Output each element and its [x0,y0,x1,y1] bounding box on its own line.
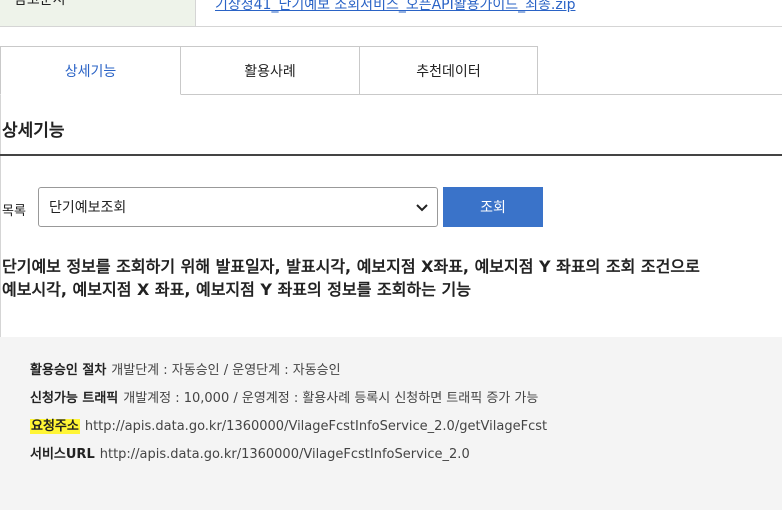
list-label: 목록 [2,204,26,219]
reference-file-link[interactable]: 기상청41_단기예보 조회서비스_오픈API활용가이드_최종.zip [215,0,575,14]
tab-use-cases[interactable]: 활용사례 [180,46,360,95]
request-url-value: http://apis.data.go.kr/1360000/VilageFcs… [84,419,548,434]
traffic-label: 신청가능 트래픽 [30,391,119,406]
approval-value: 개발단계 : 자동승인 / 운영단계 : 자동승인 [111,363,341,378]
description-line-2: 예보시각, 예보지점 X 좌표, 예보지점 Y 좌표의 정보를 조회하는 기능 [2,280,471,299]
description-line-1: 단기예보 정보를 조회하기 위해 발표일자, 발표시각, 예보지점 X좌표, 예… [2,257,700,276]
approval-label: 활용승인 절차 [30,363,107,378]
service-url-info: 서비스URL http://apis.data.go.kr/1360000/Vil… [30,443,470,462]
reference-label: 참고문서 [0,0,196,26]
tab-bar: 상세기능 활용사례 추천데이터 [0,46,782,95]
chevron-down-icon [416,204,428,212]
request-url-info: 요청주소 http://apis.data.go.kr/1360000/Vilag… [30,415,547,434]
tab-details[interactable]: 상세기능 [0,46,181,95]
request-url-label: 요청주소 [30,419,80,434]
section-title: 상세기능 [2,121,65,141]
function-select-value: 단기예보조회 [49,200,127,216]
reference-row: 참고문서 기상청41_단기예보 조회서비스_오픈API활용가이드_최종.zip [0,0,782,27]
approval-info: 활용승인 절차 개발단계 : 자동승인 / 운영단계 : 자동승인 [30,359,341,378]
function-description: 단기예보 정보를 조회하기 위해 발표일자, 발표시각, 예보지점 X좌표, 예… [2,255,782,301]
section-divider [0,154,782,156]
service-url-label: 서비스URL [30,447,95,462]
query-button[interactable]: 조회 [443,187,543,227]
traffic-value: 개발계정 : 10,000 / 운영계정 : 활용사례 등록시 신청하면 트래픽… [123,391,539,406]
function-select[interactable]: 단기예보조회 [38,187,438,227]
service-url-value: http://apis.data.go.kr/1360000/VilageFcs… [99,447,470,462]
api-info-panel: 활용승인 절차 개발단계 : 자동승인 / 운영단계 : 자동승인 신청가능 트래… [0,337,782,510]
traffic-info: 신청가능 트래픽 개발계정 : 10,000 / 운영계정 : 활용사례 등록시 … [30,387,538,406]
tab-recommended-data[interactable]: 추천데이터 [359,46,538,95]
